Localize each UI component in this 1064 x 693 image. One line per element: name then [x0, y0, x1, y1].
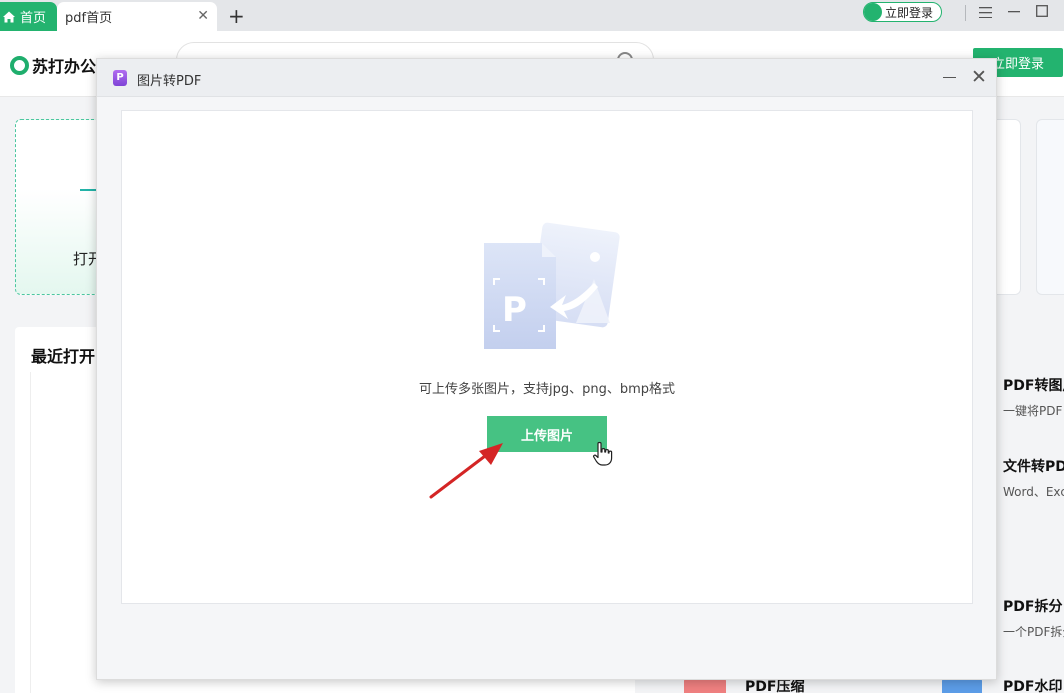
- brand-logo: 苏打办公: [10, 53, 96, 77]
- upload-drop-area[interactable]: P 可上传多张图片，支持jpg、png、bmp格式 上传图片: [121, 110, 973, 604]
- tool-file-to-pdf-desc: Word、Exc: [1003, 485, 1064, 499]
- titlebar-login-button[interactable]: 立即登录: [863, 2, 942, 22]
- tool-pdf-to-image-desc: 一键将PDF: [1003, 404, 1063, 418]
- titlebar-login-label: 立即登录: [885, 5, 934, 20]
- menu-icon[interactable]: [979, 7, 992, 18]
- tool-pdf-split-desc: 一个PDF拆分: [1003, 625, 1064, 639]
- recent-files-title: 最近打开: [31, 347, 96, 366]
- tool-pdf-split[interactable]: PDF拆分: [1003, 596, 1062, 616]
- window-separator: [965, 5, 966, 21]
- brand-name: 苏打办公: [32, 57, 97, 76]
- tab-pdf-home[interactable]: pdf首页 ✕: [57, 2, 217, 31]
- maximize-icon[interactable]: [1036, 5, 1048, 17]
- tool-file-to-pdf[interactable]: 文件转PD: [1003, 456, 1064, 476]
- dialog-header: P 图片转PDF ✕: [97, 59, 996, 97]
- pdf-compress-icon[interactable]: [684, 678, 726, 693]
- upload-hint-text: 可上传多张图片，支持jpg、png、bmp格式: [418, 382, 676, 397]
- image-to-pdf-illustration: P: [484, 222, 620, 349]
- tool-pdf-to-image[interactable]: PDF转图片: [1003, 375, 1064, 395]
- tab-home-label: 首页: [20, 11, 47, 26]
- tab-close-icon[interactable]: ✕: [197, 8, 209, 24]
- pdf-watermark-icon[interactable]: [942, 678, 982, 693]
- close-icon[interactable]: ✕: [971, 67, 987, 87]
- brand-logo-icon: [10, 55, 29, 75]
- minimize-icon[interactable]: [1008, 11, 1020, 13]
- tab-home[interactable]: 首页: [0, 2, 57, 31]
- dialog-app-icon: P: [113, 70, 127, 86]
- feature-card[interactable]: [1036, 119, 1064, 295]
- home-icon: [3, 11, 15, 22]
- minimize-icon[interactable]: [943, 77, 956, 78]
- tool-pdf-watermark[interactable]: PDF水印: [1003, 676, 1062, 693]
- svg-text:P: P: [502, 290, 527, 330]
- add-tab-button[interactable]: +: [228, 3, 245, 29]
- avatar-dot: [864, 3, 882, 21]
- annotation-arrow-icon: [429, 443, 503, 499]
- tab-bar: 首页 pdf首页 ✕ + 立即登录: [0, 0, 1064, 31]
- tab-pdf-home-label: pdf首页: [65, 11, 113, 26]
- image-to-pdf-dialog: P 图片转PDF ✕ P 可上传多张图片，支持jpg、png、bmp格式 上传图…: [96, 58, 997, 680]
- hand-pointer-icon: [593, 441, 613, 466]
- dialog-title: 图片转PDF: [137, 74, 202, 89]
